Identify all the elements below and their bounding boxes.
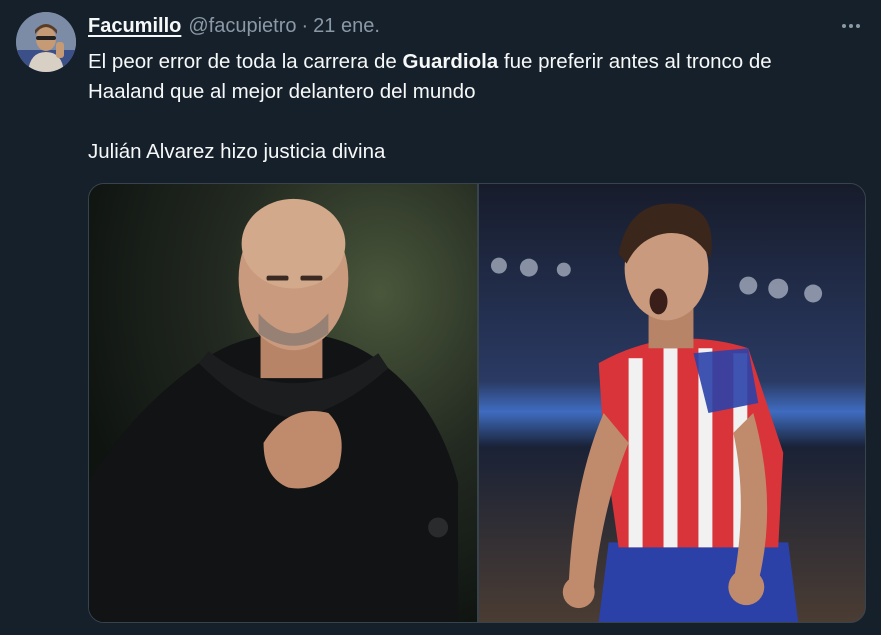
- text-fragment: fue preferir antes al tronco de: [498, 50, 772, 73]
- media-grid: [88, 183, 866, 623]
- avatar[interactable]: [16, 12, 76, 72]
- separator: ·: [301, 15, 309, 37]
- dot: [842, 24, 846, 28]
- tweet[interactable]: Facumillo @facupietro · 21 ene. El peor …: [0, 0, 881, 635]
- tweet-header: Facumillo @facupietro · 21 ene.: [88, 15, 380, 41]
- photo-julian-alvarez-illustration: [479, 184, 865, 622]
- photo-julian-alvarez[interactable]: [479, 184, 865, 622]
- timestamp[interactable]: 21 ene.: [313, 15, 380, 38]
- avatar-image: [16, 12, 76, 72]
- dot: [856, 24, 860, 28]
- tweet-text-line-1: El peor error de toda la carrera de Guar…: [88, 47, 868, 77]
- tweet-text: El peor error de toda la carrera de Guar…: [88, 47, 868, 167]
- dot: [849, 24, 853, 28]
- tweet-text-line-2: Haaland que al mejor delantero del mundo: [88, 80, 476, 103]
- more-options-icon[interactable]: [836, 14, 866, 38]
- bold-text: Guardiola: [402, 50, 499, 73]
- tweet-text-line-3: Julián Alvarez hizo justicia divina: [88, 140, 386, 163]
- display-name[interactable]: Facumillo: [88, 15, 181, 38]
- user-handle[interactable]: @facupietro: [188, 15, 296, 38]
- photo-guardiola[interactable]: [89, 184, 477, 622]
- photo-guardiola-illustration: [89, 184, 477, 622]
- text-fragment: El peor error de toda la carrera de: [88, 50, 403, 73]
